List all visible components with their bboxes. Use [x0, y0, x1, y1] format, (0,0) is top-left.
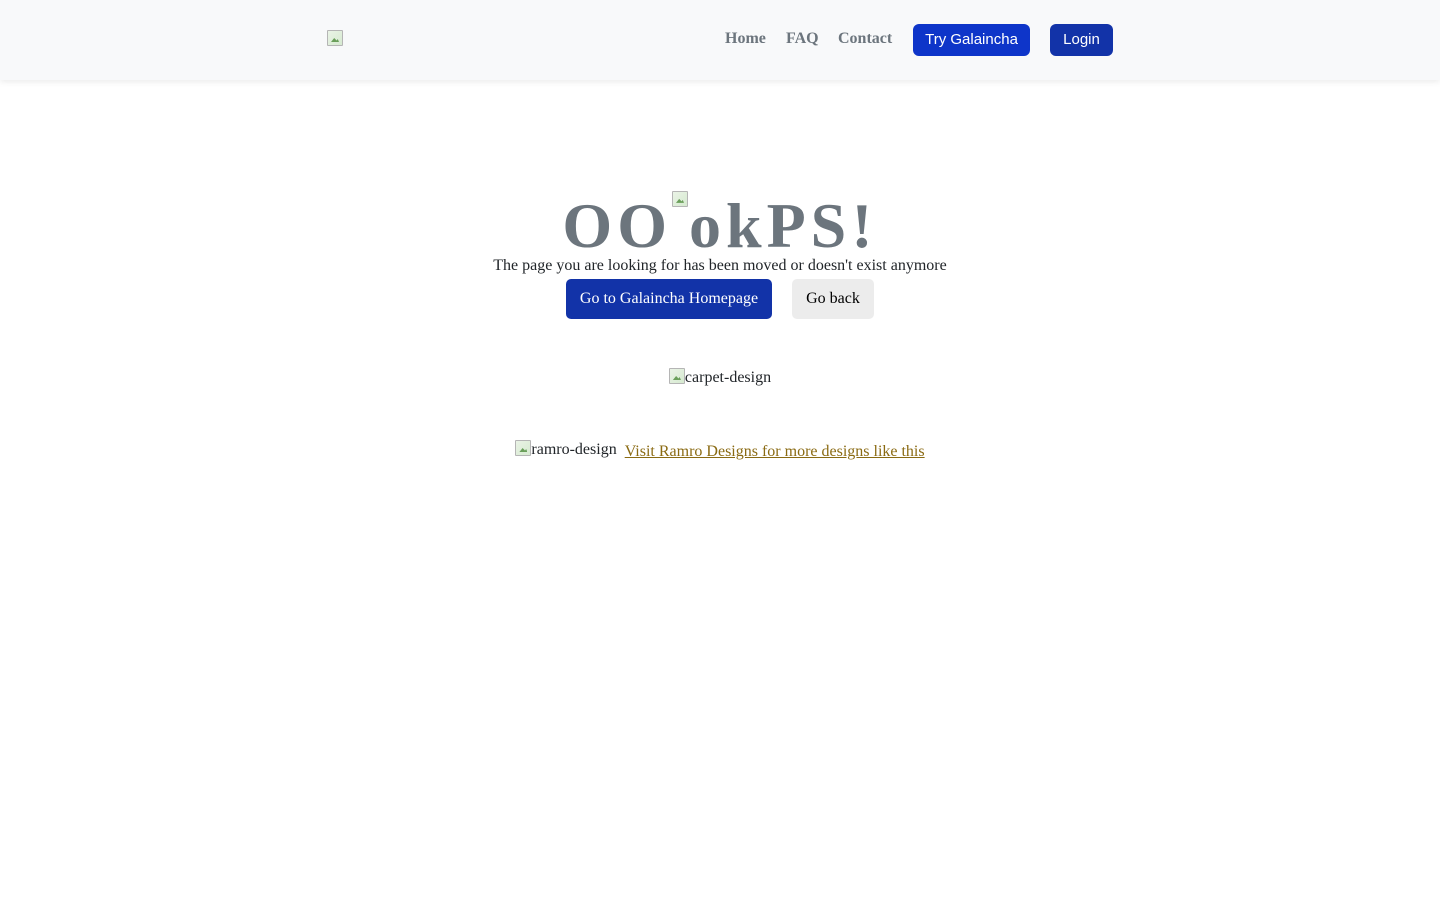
login-button[interactable]: Login [1050, 24, 1113, 56]
carpet-alt-text: carpet-design [684, 369, 772, 386]
nav-faq-link[interactable]: FAQ [786, 29, 819, 49]
ramro-design-image: ramro-design [515, 440, 617, 460]
go-back-button[interactable]: Go back [792, 279, 874, 319]
carpet-broken-image-icon [668, 368, 685, 384]
error-title: OO okPS! [0, 189, 1440, 263]
title-broken-image-icon [671, 190, 688, 207]
ramro-broken-image-icon [515, 440, 532, 456]
ramro-designs-row: ramro-design Visit Ramro Designs for more… [0, 440, 1440, 462]
nav-contact-link[interactable]: Contact [838, 29, 892, 49]
navbar: Home FAQ Contact Try Galaincha Login [0, 0, 1440, 80]
error-title-right: okPS! [688, 189, 878, 261]
go-to-homepage-button[interactable]: Go to Galaincha Homepage [566, 279, 772, 319]
ramro-designs-link[interactable]: Visit Ramro Designs for more designs lik… [625, 443, 925, 460]
nav-links: Home FAQ Contact Try Galaincha Login [0, 0, 1440, 80]
nav-home-link[interactable]: Home [725, 29, 766, 49]
ramro-alt-text: ramro-design [531, 441, 617, 458]
carpet-design-image: carpet-design [0, 368, 1440, 390]
error-title-left: OO [562, 189, 672, 261]
error-subtitle: The page you are looking for has been mo… [493, 257, 947, 274]
try-galaincha-button[interactable]: Try Galaincha [913, 24, 1030, 56]
